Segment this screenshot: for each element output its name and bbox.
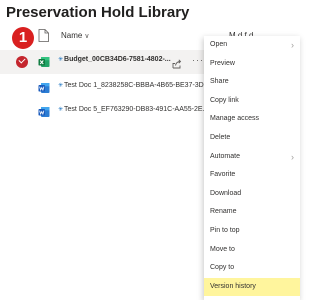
file-name-link[interactable]: ✳Test Doc 5_EF763290-DB83-491C-AA55-2E..… [58,106,208,113]
menu-item-label: Open [210,41,228,48]
menu-item-delete[interactable]: Delete [204,129,300,148]
menu-item-label: Automate [210,152,240,160]
share-icon[interactable] [172,56,182,74]
chevron-right-icon: › [291,151,294,162]
new-file-sparkle-icon: ✳ [58,107,64,113]
menu-item-copy-link[interactable]: Copy link [204,92,300,111]
new-file-sparkle-icon: ✳ [58,57,64,63]
chevron-right-icon: › [291,40,294,50]
step-number-badge: 1 [12,27,34,49]
word-file-icon [38,105,50,123]
page-title: Preservation Hold Library [6,4,190,21]
column-header-name-label: Name [61,31,83,40]
menu-item-download[interactable]: Download [204,185,300,204]
menu-item-pin-to-top[interactable]: Pin to top [204,222,300,241]
menu-item-share[interactable]: Share [204,73,300,92]
file-name-text: Test Doc 1_8238258C-BBBA-4B65-BE37-3D... [64,82,210,89]
menu-item-manage-access[interactable]: Manage access [204,110,300,129]
menu-item-copy-to[interactable]: Copy to [204,259,300,278]
column-header-name[interactable]: Name ∨ [61,31,89,40]
excel-file-icon [38,55,50,73]
menu-item-rename[interactable]: Rename [204,203,300,222]
more-options-button[interactable]: ··· [192,55,204,65]
menu-item-move-to[interactable]: Move to [204,241,300,260]
file-name-text: Test Doc 5_EF763290-DB83-491C-AA55-2E... [64,106,209,113]
check-circle-icon[interactable] [16,56,28,68]
menu-item-version-history[interactable]: Version history [204,277,300,297]
new-file-sparkle-icon: ✳ [58,83,64,89]
chevron-down-icon: ∨ [84,33,90,40]
file-name-text: Budget_00CB34D6-7581-4802-... [64,56,171,63]
context-menu: Open › Preview Share Copy link Manage ac… [204,36,300,300]
file-name-link[interactable]: ✳Budget_00CB34D6-7581-4802-... [58,56,171,63]
word-file-icon [38,81,50,99]
menu-item-preview[interactable]: Preview [204,55,300,74]
menu-item-open[interactable]: Open › [204,36,300,55]
file-name-link[interactable]: ✳Test Doc 1_8238258C-BBBA-4B65-BE37-3D..… [58,82,210,89]
menu-item-favorite[interactable]: Favorite [204,166,300,185]
menu-item-automate[interactable]: Automate › [204,148,300,167]
document-icon[interactable] [38,29,49,47]
